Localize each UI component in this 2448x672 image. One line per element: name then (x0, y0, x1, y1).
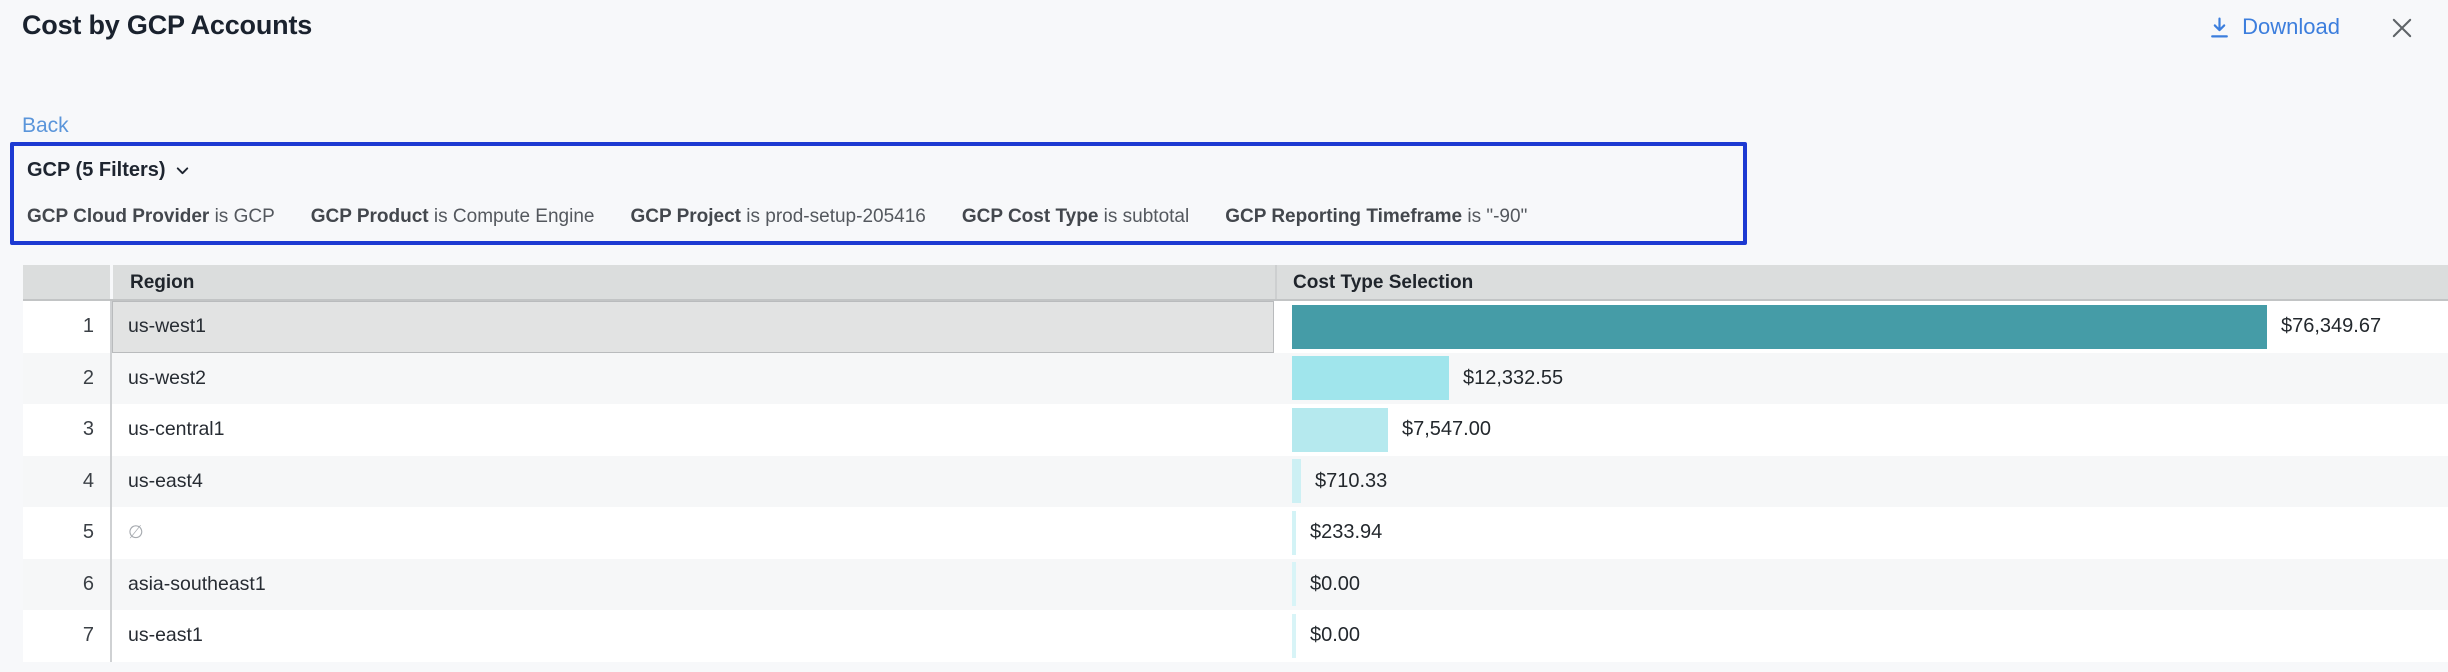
table-body: 1 us-west1 $76,349.67 2 us-west2 $12,332… (23, 301, 2448, 662)
cost-bar[interactable] (1292, 459, 1301, 503)
region-column-header[interactable]: Region (113, 265, 1275, 299)
table-row: 3 us-central1 $7,547.00 (23, 404, 2448, 456)
row-index: 2 (23, 353, 110, 405)
page-title: Cost by GCP Accounts (22, 10, 312, 41)
table-row: 2 us-west2 $12,332.55 (23, 353, 2448, 405)
region-cell[interactable]: us-central1 (110, 404, 1274, 456)
row-index: 7 (23, 610, 110, 662)
filter-panel: GCP (5 Filters) GCP Cloud Provider is GC… (10, 142, 1747, 245)
filter-item: GCP Cost Type is subtotal (962, 206, 1189, 228)
table-row: 1 us-west1 $76,349.67 (23, 301, 2448, 353)
close-button[interactable] (2388, 14, 2416, 42)
cost-bar[interactable] (1292, 614, 1296, 658)
cost-value-label: $710.33 (1315, 470, 1387, 493)
region-cell[interactable]: ∅ (110, 507, 1274, 559)
close-icon (2388, 30, 2416, 45)
cost-bar[interactable] (1292, 305, 2267, 349)
cost-bar[interactable] (1292, 356, 1449, 400)
cost-column-header[interactable]: Cost Type Selection (1277, 265, 2448, 299)
column-gap (1274, 559, 1292, 611)
cost-bar[interactable] (1292, 562, 1296, 606)
column-gap (1274, 610, 1292, 662)
column-gap (1274, 507, 1292, 559)
back-link[interactable]: Back (22, 114, 69, 138)
cost-value-label: $233.94 (1310, 521, 1382, 544)
download-label: Download (2242, 14, 2340, 40)
table-row: 7 us-east1 $0.00 (23, 610, 2448, 662)
cost-value-label: $12,332.55 (1463, 367, 1563, 390)
row-index: 4 (23, 456, 110, 508)
column-gap (1274, 301, 1292, 353)
cost-cell[interactable]: $233.94 (1292, 507, 2448, 559)
region-cell[interactable]: us-east4 (110, 456, 1274, 508)
column-gap (1274, 404, 1292, 456)
region-cell[interactable]: asia-southeast1 (110, 559, 1274, 611)
table-header-row: Region Cost Type Selection (23, 265, 2448, 301)
table-row: 4 us-east4 $710.33 (23, 456, 2448, 508)
row-index: 3 (23, 404, 110, 456)
region-cell[interactable]: us-west2 (110, 353, 1274, 405)
download-button[interactable]: Download (2207, 14, 2340, 40)
filter-list: GCP Cloud Provider is GCP GCP Product is … (27, 206, 1527, 228)
column-gap (1274, 456, 1292, 508)
cost-cell[interactable]: $0.00 (1292, 559, 2448, 611)
region-cell[interactable]: us-west1 (110, 301, 1274, 353)
row-index: 1 (23, 301, 110, 353)
row-index: 5 (23, 507, 110, 559)
filter-summary-label: GCP (5 Filters) (27, 159, 166, 182)
filter-item: GCP Project is prod-setup-205416 (630, 206, 925, 228)
filter-item: GCP Product is Compute Engine (311, 206, 595, 228)
cost-value-label: $0.00 (1310, 573, 1360, 596)
cost-bar[interactable] (1292, 408, 1388, 452)
cost-value-label: $7,547.00 (1402, 418, 1491, 441)
row-index: 6 (23, 559, 110, 611)
cost-cell[interactable]: $76,349.67 (1292, 301, 2448, 353)
results-table: Region Cost Type Selection 1 us-west1 $7… (23, 265, 2448, 662)
cost-cell[interactable]: $7,547.00 (1292, 404, 2448, 456)
chevron-down-icon (174, 162, 191, 179)
cost-cell[interactable]: $12,332.55 (1292, 353, 2448, 405)
table-row: 5 ∅ $233.94 (23, 507, 2448, 559)
cost-bar[interactable] (1292, 511, 1296, 555)
cost-cell[interactable]: $710.33 (1292, 456, 2448, 508)
column-gap (1274, 353, 1292, 405)
filter-item: GCP Cloud Provider is GCP (27, 206, 275, 228)
filter-summary-toggle[interactable]: GCP (5 Filters) (27, 159, 191, 182)
download-icon (2207, 15, 2232, 40)
cost-cell[interactable]: $0.00 (1292, 610, 2448, 662)
filter-item: GCP Reporting Timeframe is "-90" (1225, 206, 1527, 228)
index-column-header (23, 265, 110, 299)
cost-value-label: $76,349.67 (2281, 315, 2381, 338)
table-row: 6 asia-southeast1 $0.00 (23, 559, 2448, 611)
region-cell[interactable]: us-east1 (110, 610, 1274, 662)
cost-value-label: $0.00 (1310, 624, 1360, 647)
